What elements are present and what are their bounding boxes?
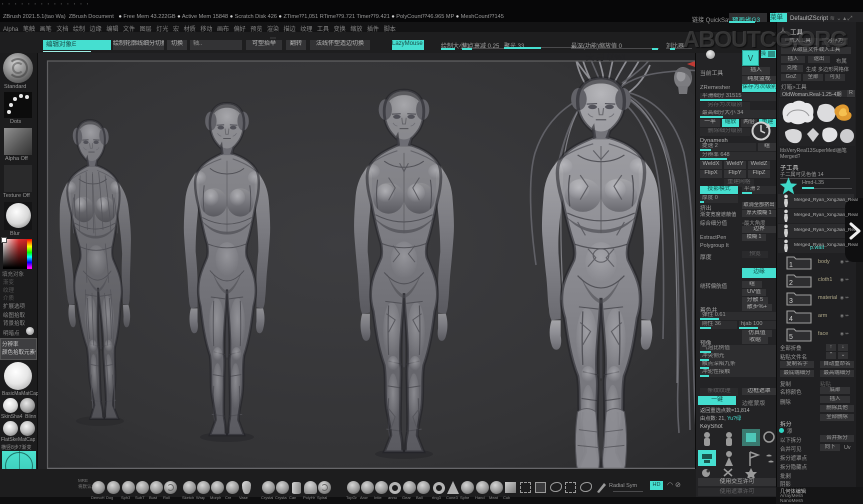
svg-text:1: 1 (789, 262, 793, 269)
svg-text:2: 2 (789, 280, 793, 287)
svg-text:5: 5 (789, 334, 793, 341)
svg-text:4: 4 (789, 316, 793, 323)
svg-text:大 男 以%1: 大 男 以%1 (586, 53, 627, 62)
svg-text:3: 3 (789, 298, 793, 305)
